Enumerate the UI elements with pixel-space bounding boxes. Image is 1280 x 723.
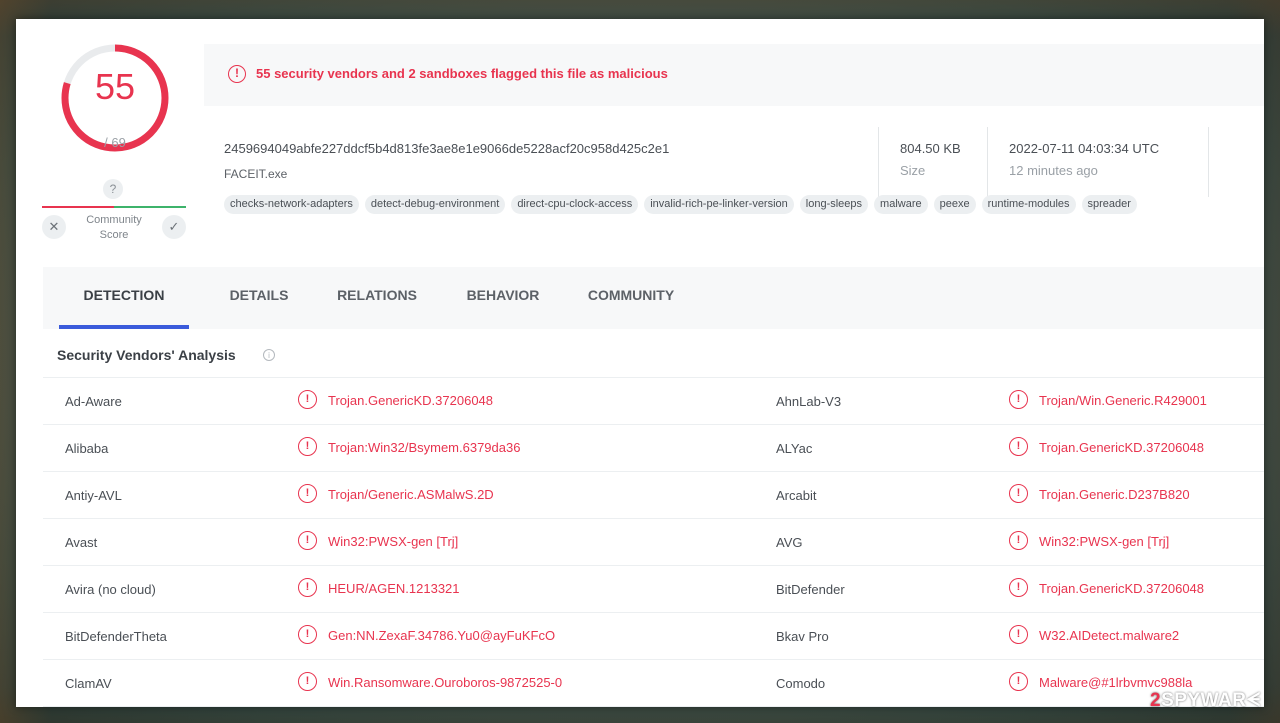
file-tag[interactable]: invalid-rich-pe-linker-version [644, 195, 794, 214]
detection-label: HEUR/AGEN.1213321 [328, 581, 460, 596]
exclamation-circle-icon: ! [1009, 531, 1028, 550]
watermark-prefix: 2 [1150, 690, 1162, 711]
exclamation-circle-icon: ! [1009, 578, 1028, 597]
analysis-relative-time: 12 minutes ago [1009, 163, 1098, 178]
file-tag[interactable]: detect-debug-environment [364, 195, 506, 214]
exclamation-circle-icon: ! [1009, 625, 1028, 644]
vendor-name: BitDefenderTheta [65, 629, 167, 644]
detection-label: Trojan.Generic.D237B820 [1039, 487, 1190, 502]
file-name: FACEIT.exe [224, 167, 288, 181]
detection-label: Win32:PWSX-gen [Trj] [1039, 534, 1170, 549]
exclamation-circle-icon: ! [1009, 390, 1028, 409]
community-score-label: Community Score [78, 213, 150, 243]
detection-label: Win.Ransomware.Ouroboros-9872525-0 [328, 675, 563, 690]
file-size-label: Size [900, 163, 926, 178]
question-icon[interactable]: ? [103, 179, 123, 199]
community-label-line2: Score [99, 229, 129, 241]
divider [987, 127, 988, 197]
exclamation-circle-icon: ! [1009, 484, 1028, 503]
exclamation-circle-icon: ! [1009, 672, 1028, 691]
vendor-name: ALYac [776, 441, 813, 456]
watermark-logo: 2SPYWARᗕ [1150, 690, 1261, 712]
vendor-name: Avast [65, 535, 98, 550]
vote-malicious-icon[interactable]: ✕ [42, 215, 66, 239]
vendor-name: ClamAV [65, 676, 112, 691]
vendor-name: Antiy-AVL [65, 488, 122, 503]
tab-detection[interactable]: DETECTION [59, 267, 189, 329]
detection-label: Trojan:Win32/Bsymem.6379da36 [328, 440, 521, 455]
file-tag[interactable]: peexe [933, 195, 976, 214]
detection-label: Gen:NN.ZexaF.34786.Yu0@ayFuKFcO [328, 628, 556, 643]
alert-banner: ! 55 security vendors and 2 sandboxes fl… [204, 44, 1264, 106]
detection-label: Trojan.GenericKD.37206048 [1039, 440, 1205, 455]
detection-count: 55 [94, 66, 136, 107]
exclamation-circle-icon: ! [298, 437, 317, 456]
table-row: Antiy-AVL! Trojan/Generic.ASMalwS.2D Arcab… [43, 472, 1264, 519]
file-hash[interactable]: 2459694049abfe227ddcf5b4d813fe3ae8e1e906… [224, 141, 669, 156]
info-icon[interactable]: i [263, 349, 275, 361]
tab-relations[interactable]: RELATIONS [309, 267, 445, 329]
community-score: ? ✕ Community Score ✓ [42, 179, 186, 249]
exclamation-circle-icon: ! [298, 625, 317, 644]
tab-details[interactable]: DETAILS [201, 267, 317, 329]
analysis-date: 2022-07-11 04:03:34 UTC [1009, 141, 1160, 156]
section-header: Security Vendors' Analysis i [43, 335, 1264, 375]
alert-text: 55 security vendors and 2 sandboxes flag… [256, 66, 668, 81]
watermark-text: SPYWAR [1161, 690, 1247, 711]
detection-label: Trojan.GenericKD.37206048 [328, 393, 494, 408]
section-title: Security Vendors' Analysis [57, 347, 236, 363]
table-row: Ad-Aware! Trojan.GenericKD.37206048 AhnLab… [43, 378, 1264, 425]
engine-total: / 69 [104, 135, 126, 150]
file-tag[interactable]: long-sleeps [799, 195, 869, 214]
exclamation-circle-icon: ! [1009, 437, 1028, 456]
exclamation-circle-icon: ! [298, 672, 317, 691]
vendor-name: AVG [776, 535, 803, 550]
vendor-name: AhnLab-V3 [776, 394, 842, 409]
virustotal-report: 55 / 69 ? ✕ Community Score ✓ ! 55 secur… [16, 19, 1264, 707]
community-score-bar [42, 206, 186, 208]
exclamation-circle-icon: ! [298, 484, 317, 503]
active-tab-indicator [59, 325, 189, 329]
vendor-name: Alibaba [65, 441, 109, 456]
file-tag[interactable]: malware [874, 195, 928, 214]
exclamation-circle-icon: ! [298, 578, 317, 597]
detection-label: Win32:PWSX-gen [Trj] [328, 534, 459, 549]
table-row: Avira (no cloud)! HEUR/AGEN.1213321 BitDef… [43, 566, 1264, 613]
detection-score: 55 / 69 [60, 43, 170, 153]
file-tag[interactable]: direct-cpu-clock-access [511, 195, 639, 214]
vendor-name: Avira (no cloud) [65, 582, 156, 597]
table-row: BitDefenderTheta! Gen:NN.ZexaF.34786.Yu0@… [43, 613, 1264, 660]
vendor-name: BitDefender [776, 582, 845, 597]
table-row: Alibaba! Trojan:Win32/Bsymem.6379da36 ALYa… [43, 425, 1264, 472]
vendor-name: Comodo [776, 676, 826, 691]
vendor-name: Bkav Pro [776, 629, 829, 644]
community-label-line1: Community [86, 214, 142, 226]
file-tag[interactable]: checks-network-adapters [224, 195, 359, 214]
file-info: 2459694049abfe227ddcf5b4d813fe3ae8e1e906… [204, 119, 1264, 237]
detection-label: Malware@#1lrbvmvc988la [1039, 675, 1193, 690]
exclamation-circle-icon: ! [298, 390, 317, 409]
table-row: Avast! Win32:PWSX-gen [Trj] AVG! Win32:PWSX… [43, 519, 1264, 566]
tab-behavior[interactable]: BEHAVIOR [439, 267, 567, 329]
report-tabs: DETECTION DETAILS RELATIONS BEHAVIOR COM… [43, 267, 1264, 329]
vendor-table: Ad-Aware! Trojan.GenericKD.37206048 AhnLab… [43, 377, 1264, 707]
tab-community[interactable]: COMMUNITY [559, 267, 703, 329]
watermark-suffix: ᗕ [1246, 690, 1261, 711]
exclamation-circle-icon: ! [298, 531, 317, 550]
file-tag[interactable]: spreader [1081, 195, 1137, 214]
detection-label: Trojan/Win.Generic.R429001 [1039, 393, 1207, 408]
vendor-name: Ad-Aware [65, 394, 122, 409]
vote-harmless-icon[interactable]: ✓ [162, 215, 186, 239]
detection-label: Trojan/Generic.ASMalwS.2D [328, 487, 494, 502]
divider [1208, 127, 1209, 197]
vendor-name: Arcabit [776, 488, 817, 503]
exclamation-circle-icon: ! [228, 65, 246, 83]
file-tags: checks-network-adapters detect-debug-envi… [224, 194, 1143, 214]
detection-label: Trojan.GenericKD.37206048 [1039, 581, 1205, 596]
divider [878, 127, 879, 197]
file-tag[interactable]: runtime-modules [981, 195, 1076, 214]
detection-label: W32.AIDetect.malware2 [1039, 628, 1180, 643]
file-size: 804.50 KB [900, 141, 961, 156]
table-row: ClamAV! Win.Ransomware.Ouroboros-9872525-… [43, 660, 1264, 707]
